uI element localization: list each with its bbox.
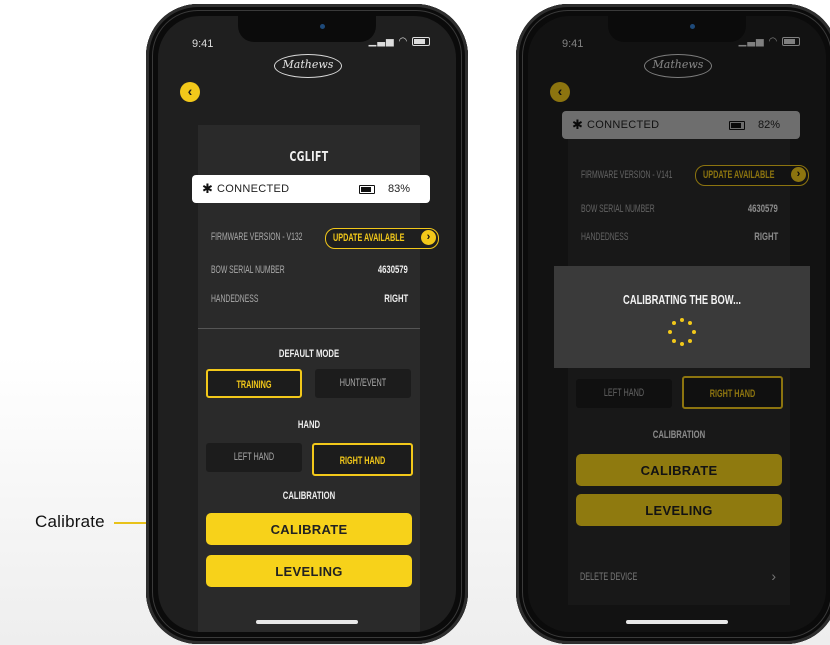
- notch: [238, 16, 376, 42]
- camera-dot: [320, 24, 325, 29]
- home-indicator: [626, 620, 728, 624]
- mode-training-label: TRAINING: [236, 379, 272, 391]
- left-hand-button[interactable]: LEFT HAND: [206, 443, 302, 472]
- calibrate-button[interactable]: CALIBRATE: [206, 513, 412, 545]
- right-hand-label: RIGHT HAND: [339, 455, 386, 467]
- leveling-label: LEVELING: [275, 564, 343, 579]
- serial-value: 4630579: [378, 264, 408, 276]
- bluetooth-icon: ✱: [202, 181, 213, 196]
- hand-title: HAND: [297, 419, 321, 431]
- divider: [198, 328, 420, 329]
- mode-hunt-event-label: HUNT/EVENT: [339, 377, 387, 389]
- battery-icon: [359, 185, 375, 194]
- mode-hunt-event-button[interactable]: HUNT/EVENT: [315, 369, 411, 398]
- battery-percent: 83%: [388, 183, 411, 195]
- right-hand-button[interactable]: RIGHT HAND: [312, 443, 413, 476]
- phone-right: 9:41 ▁▃▅ ◠ Mathews ‹ ✱ CONNECTED 82% FIR…: [516, 4, 830, 644]
- loading-spinner-icon: [668, 318, 696, 346]
- calibrate-label: CALIBRATE: [270, 522, 348, 537]
- default-mode-title: DEFAULT MODE: [278, 348, 340, 360]
- handedness-value: RIGHT: [384, 293, 408, 305]
- brand-logo: Mathews: [274, 54, 342, 78]
- calibrating-text: CALIBRATING THE BOW...: [623, 292, 741, 307]
- mode-training-button[interactable]: TRAINING: [206, 369, 302, 398]
- phone-left: 9:41 ▁▃▅ ◠ Mathews ‹ CGLIFT ✱ CONNECTED …: [146, 4, 468, 644]
- callout-label: Calibrate: [35, 512, 105, 531]
- chevron-right-icon: ›: [421, 230, 436, 245]
- notch: [608, 16, 746, 42]
- device-name: CGLIFT: [289, 150, 329, 165]
- status-icons: ▁▃▅ ◠: [369, 36, 430, 47]
- wifi-icon: ◠: [398, 36, 409, 47]
- device-card: CGLIFT ✱ CONNECTED 83% FIRMWARE VERSION …: [192, 125, 439, 632]
- handedness-label: HANDEDNESS: [211, 293, 259, 305]
- home-indicator: [256, 620, 358, 624]
- left-hand-label: LEFT HAND: [233, 451, 275, 463]
- update-available-button[interactable]: UPDATE AVAILABLE ›: [325, 228, 439, 249]
- status-time: 9:41: [192, 38, 214, 50]
- serial-label: BOW SERIAL NUMBER: [211, 264, 285, 276]
- phone-screen: 9:41 ▁▃▅ ◠ Mathews ‹ ✱ CONNECTED 82% FIR…: [528, 16, 826, 632]
- connection-status: CONNECTED: [217, 183, 290, 195]
- camera-dot: [690, 24, 695, 29]
- battery-icon: [412, 36, 430, 46]
- update-label: UPDATE AVAILABLE: [333, 232, 405, 244]
- firmware-label: FIRMWARE VERSION - V132: [211, 231, 303, 243]
- connection-bar: ✱ CONNECTED 83%: [192, 175, 430, 203]
- signal-icon: ▁▃▅: [368, 36, 395, 47]
- calibration-title: CALIBRATION: [282, 490, 336, 502]
- leveling-button[interactable]: LEVELING: [206, 555, 412, 587]
- back-button[interactable]: ‹: [180, 82, 200, 102]
- phone-screen: 9:41 ▁▃▅ ◠ Mathews ‹ CGLIFT ✱ CONNECTED …: [158, 16, 456, 632]
- calibrating-dialog: CALIBRATING THE BOW...: [554, 266, 810, 368]
